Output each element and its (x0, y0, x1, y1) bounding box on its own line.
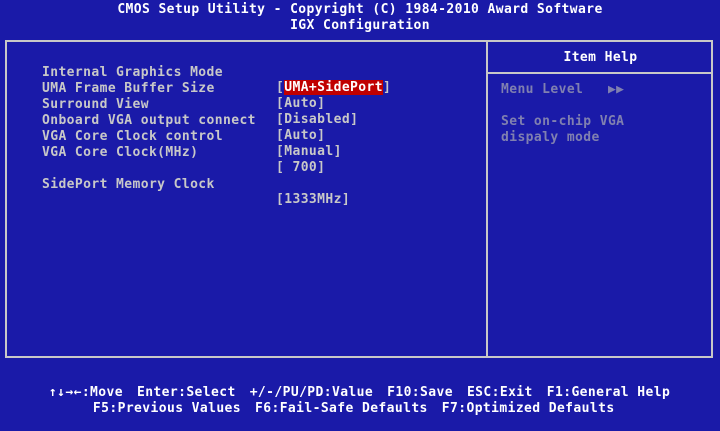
key-previous-values: F5:Previous Values (92, 401, 242, 416)
setting-label: VGA Core Clock(MHz) (42, 145, 199, 160)
help-description: Set on-chip VGA dispaly mode (501, 114, 706, 146)
key-fail-safe-defaults: F6:Fail-Safe Defaults (255, 401, 428, 416)
setting-value[interactable]: [Auto] (276, 128, 325, 143)
setting-value-text: Disabled (284, 112, 351, 127)
footer-line-2: F5:Previous Values F6:Fail-Safe Defaults F… (60, 386, 720, 431)
setting-vga-core-clock-mhz[interactable]: VGA Core Clock(MHz) [ 700] (42, 130, 325, 175)
help-divider (488, 72, 713, 74)
setting-label: SidePort Memory Clock (42, 177, 215, 192)
setting-onboard-vga-output[interactable]: Onboard VGA output connect [Auto] (42, 98, 325, 143)
setting-sideport-memory-clock[interactable]: SidePort Memory Clock [1333MHz] (42, 162, 350, 207)
setting-value[interactable]: [1333MHz] (276, 192, 350, 207)
setting-vga-core-clock-control[interactable]: VGA Core Clock control [Manual] (42, 114, 341, 159)
header: CMOS Setup Utility - Copyright (C) 1984-… (0, 0, 720, 34)
setting-value-text: Manual (284, 144, 334, 159)
key-optimized-defaults: F7:Optimized Defaults (441, 401, 615, 416)
setting-value-text: Auto (284, 96, 318, 111)
setting-surround-view[interactable]: Surround View [Disabled] (42, 82, 358, 127)
menu-level: Menu Level ▶▶ (501, 82, 625, 97)
setting-value[interactable]: [Disabled] (276, 112, 358, 127)
setting-internal-graphics-mode[interactable]: Internal Graphics Mode [UMA+SidePort] (42, 50, 391, 95)
setting-value[interactable]: [Manual] (276, 144, 342, 159)
help-desc-line: Set on-chip VGA (501, 114, 625, 129)
help-desc-line: dispaly mode (501, 130, 600, 145)
setting-value-text: Auto (284, 128, 318, 143)
setting-value-text: 1333MHz (284, 192, 342, 207)
setting-value[interactable]: [ 700] (276, 160, 325, 175)
setting-value[interactable]: [Auto] (276, 96, 325, 111)
item-help-title: Item Help (563, 50, 638, 65)
setting-value[interactable]: [UMA+SidePort] (276, 80, 391, 95)
panel-divider (486, 40, 488, 358)
page-title: IGX Configuration (290, 18, 430, 33)
setting-uma-frame-buffer-size[interactable]: UMA Frame Buffer Size [Auto] (42, 66, 325, 111)
setting-value-text: 700 (284, 160, 318, 175)
selected-value[interactable]: UMA+SidePort (284, 80, 383, 95)
app-title: CMOS Setup Utility - Copyright (C) 1984-… (117, 2, 603, 17)
